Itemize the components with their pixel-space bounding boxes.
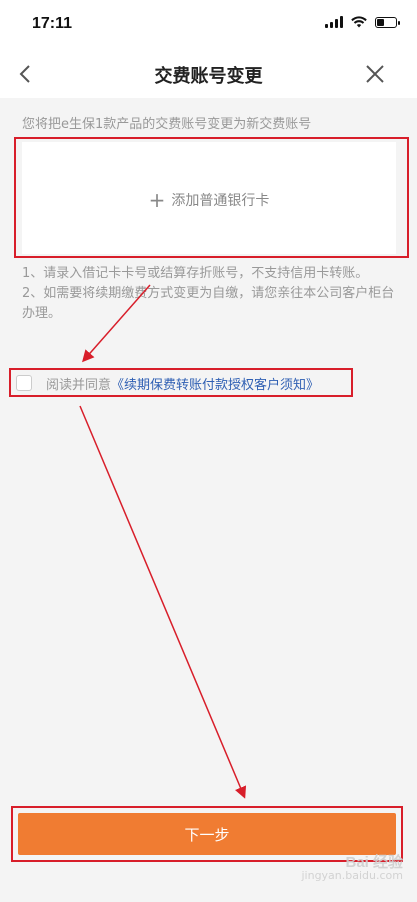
status-bar: 17:11 <box>0 0 417 50</box>
watermark: Bai 经验 jingyan.baidu.com <box>301 854 403 882</box>
annotation-arrows <box>79 284 247 799</box>
agreement-link[interactable]: 《续期保费转账付款授权客户须知》 <box>111 374 319 393</box>
wifi-icon <box>351 16 367 28</box>
page-title: 交费账号变更 <box>154 66 263 87</box>
annotation-arrow-2 <box>79 405 247 799</box>
agreement-row: 阅读并同意 《续期保费转账付款授权客户须知》 <box>16 371 319 395</box>
note-item: 2、如需要将续期缴费方式变更为自缴，请您亲往本公司客户柜台办理。 <box>22 286 395 321</box>
agreement-checkbox[interactable] <box>16 375 32 391</box>
signal-icon <box>325 16 343 28</box>
notes: 1、请录入借记卡卡号或结算存折账号，不支持信用卡转账。 2、如需要将续期缴费方式… <box>22 264 400 324</box>
battery-icon <box>375 16 400 28</box>
plus-icon: + <box>148 188 166 212</box>
close-icon[interactable] <box>363 62 387 86</box>
intro-text: 您将把e生保1款产品的交费账号变更为新交费账号 <box>22 117 312 132</box>
add-bank-card-content: + 添加普通银行卡 <box>22 188 396 212</box>
nav-bar: 交费账号变更 <box>0 50 417 98</box>
agreement-prefix: 阅读并同意 <box>46 377 112 393</box>
next-step-button[interactable]: 下一步 <box>18 813 396 855</box>
watermark-brand: Bai 经验 <box>345 854 403 871</box>
status-time: 17:11 <box>32 15 73 32</box>
note-item: 1、请录入借记卡卡号或结算存折账号，不支持信用卡转账。 <box>22 266 369 281</box>
add-bank-card-label: 添加普通银行卡 <box>171 193 270 209</box>
status-icons <box>325 16 400 28</box>
add-bank-card-button[interactable]: + 添加普通银行卡 <box>22 142 396 254</box>
watermark-url: jingyan.baidu.com <box>301 869 403 882</box>
